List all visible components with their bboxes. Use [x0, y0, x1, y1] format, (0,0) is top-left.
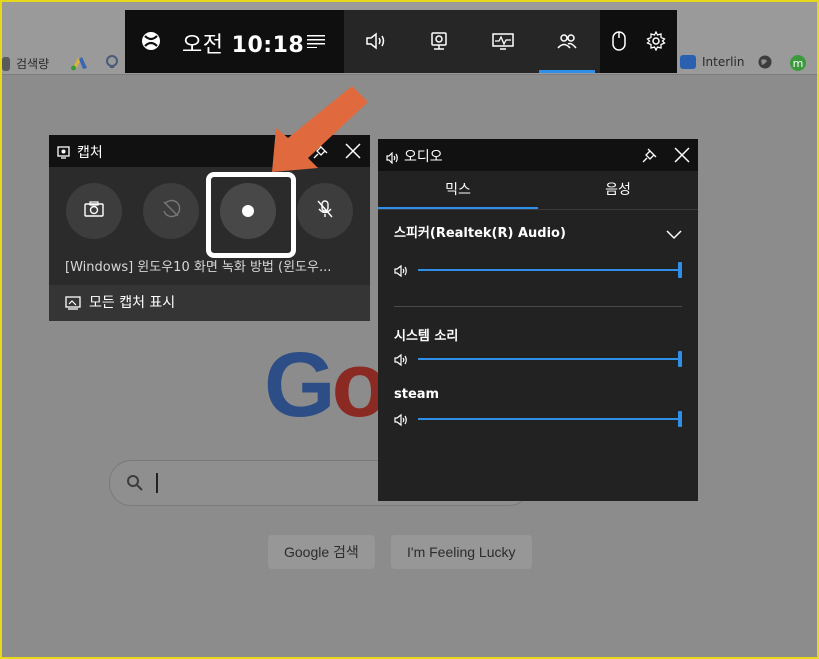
bookmark-item[interactable]: 검색량: [2, 55, 49, 72]
gallery-icon: [65, 295, 81, 314]
svg-text:m: m: [793, 57, 804, 70]
bookmark-item[interactable]: m: [790, 55, 806, 74]
audio-title: 오디오: [404, 149, 443, 165]
audio-header: 오디오: [378, 139, 698, 171]
feeling-lucky-button[interactable]: I'm Feeling Lucky: [391, 535, 532, 569]
interlin-icon: [680, 55, 696, 69]
clock: 오전 10:18: [182, 27, 304, 59]
speaker-icon: [386, 149, 399, 168]
active-widget-indicator: [539, 70, 595, 73]
performance-icon[interactable]: [489, 27, 517, 55]
text-caret: [156, 473, 158, 493]
bookmark-item[interactable]: [105, 55, 119, 72]
output-device-select[interactable]: 스피커(Realtek(R) Audio): [394, 222, 566, 241]
google-search-button[interactable]: Google 검색: [268, 535, 375, 569]
browser-top: [2, 2, 817, 10]
bookmark-label: 검색량: [16, 57, 50, 71]
audio-icon[interactable]: [362, 27, 390, 55]
menu-icon[interactable]: [302, 27, 330, 55]
last-capture-name[interactable]: [Windows] 윈도우10 화면 녹화 방법 (윈도우...: [65, 256, 331, 275]
bookmark-label: Interlin: [702, 55, 745, 69]
bookmark-item[interactable]: [758, 55, 772, 72]
section-divider: [394, 306, 682, 307]
site-icon: [105, 55, 119, 72]
tabs-divider: [378, 209, 698, 210]
record-last-button[interactable]: [143, 183, 199, 239]
time-prefix: 오전: [182, 33, 224, 58]
show-all-label: 모든 캡처 표시: [89, 295, 176, 311]
globe-icon: [758, 55, 772, 72]
mic-toggle-button[interactable]: [297, 183, 353, 239]
settings-icon[interactable]: [642, 27, 670, 55]
capture-icon[interactable]: [425, 27, 453, 55]
system-sounds-volume-slider[interactable]: [418, 351, 682, 367]
camera-icon: [84, 201, 104, 221]
app-name-steam: steam: [394, 387, 440, 402]
tab-voice[interactable]: 음성: [538, 171, 698, 209]
widget-launcher: [344, 10, 600, 73]
search-icon: [126, 474, 144, 492]
app-name-system-sounds: 시스템 소리: [394, 329, 459, 344]
steam-volume-slider[interactable]: [418, 411, 682, 427]
volume-icon[interactable]: [394, 412, 410, 427]
volume-icon[interactable]: [394, 352, 410, 367]
screenshot-button[interactable]: [66, 183, 122, 239]
game-bar: 오전 10:18: [125, 10, 677, 73]
bookmark-item[interactable]: [70, 55, 88, 74]
slider-thumb[interactable]: [678, 262, 682, 278]
capture-title: 캡처: [77, 145, 103, 161]
mic-off-icon: [316, 199, 334, 223]
slider-thumb[interactable]: [678, 411, 682, 427]
m-site-icon: m: [790, 55, 806, 74]
screenshot-frame: 검색량 Interlin m Go Google 검색 I'm Feeling …: [0, 0, 819, 659]
tab-mix[interactable]: 믹스: [378, 171, 538, 209]
slider-thumb[interactable]: [678, 351, 682, 367]
volume-icon[interactable]: [394, 263, 410, 278]
chevron-down-icon[interactable]: [666, 225, 682, 244]
bookmark-icon: [2, 56, 10, 71]
annotation-arrow-icon: [272, 86, 368, 172]
highlight-box: [206, 172, 296, 258]
audio-widget: 오디오 믹스 음성 스피커(Realtek(R) Audio) 시스템 소리 s…: [378, 139, 698, 501]
time-value: 10:18: [231, 33, 305, 58]
pin-icon[interactable]: [642, 147, 658, 167]
close-icon[interactable]: [674, 147, 690, 167]
google-logo: Go: [264, 334, 388, 436]
show-all-captures[interactable]: 모든 캡처 표시: [49, 285, 370, 321]
mouse-icon[interactable]: [605, 27, 633, 55]
bookmark-item[interactable]: Interlin: [680, 55, 744, 69]
capture-widget-icon: [57, 144, 70, 163]
xbox-logo-icon[interactable]: [137, 27, 165, 55]
device-volume-slider[interactable]: [418, 262, 682, 278]
social-icon[interactable]: [553, 27, 581, 55]
google-ads-icon: [70, 55, 88, 74]
record-last-icon: [161, 199, 181, 223]
